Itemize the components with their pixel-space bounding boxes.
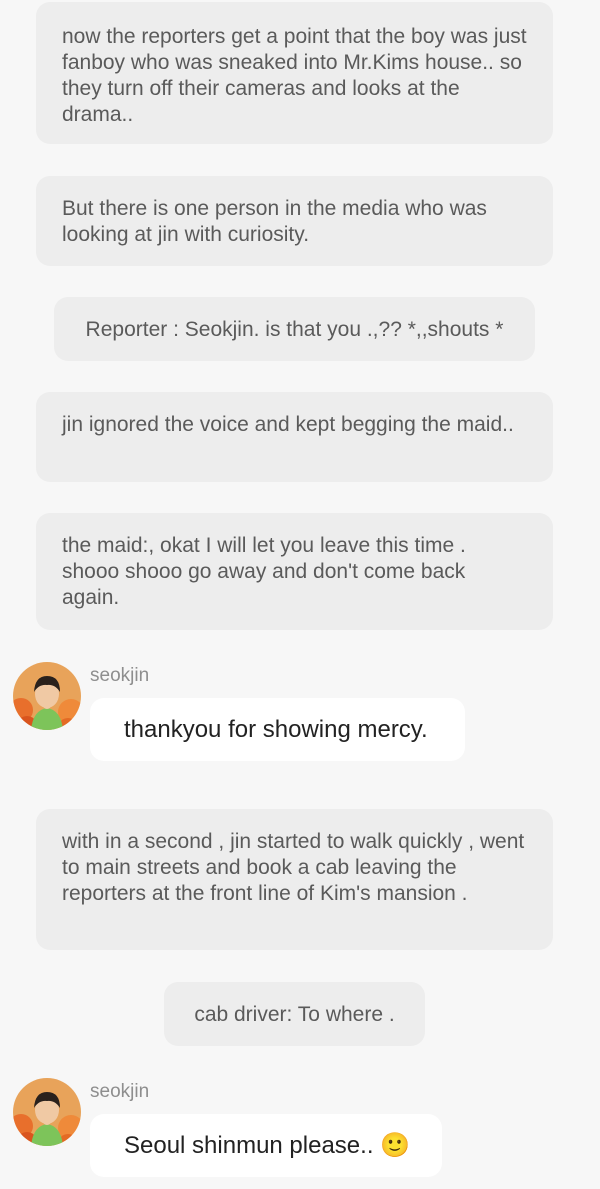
narration-text: the maid:, okat I will let you leave thi… [62,534,466,609]
narration-bubble: But there is one person in the media who… [36,176,553,266]
narration-bubble: Reporter : Seokjin. is that you .,?? *,,… [54,297,535,361]
narration-text: cab driver: To where . [194,1003,395,1026]
narration-text: now the reporters get a point that the b… [62,25,527,126]
chat-text: Seoul shinmun please.. 🙂 [124,1131,411,1159]
narration-bubble: with in a second , jin started to walk q… [36,809,553,950]
chat-text: thankyou for showing mercy. [124,715,428,743]
avatar[interactable] [13,662,81,730]
narration-bubble: jin ignored the voice and kept begging t… [36,392,553,482]
avatar[interactable] [13,1078,81,1146]
username: seokjin [90,1081,150,1102]
chat-bubble: thankyou for showing mercy. [90,698,465,761]
narration-bubble: the maid:, okat I will let you leave thi… [36,513,553,630]
avatar-image [13,662,81,730]
narration-text: But there is one person in the media who… [62,197,487,246]
narration-bubble: cab driver: To where . [164,982,425,1046]
narration-text: Reporter : Seokjin. is that you .,?? *,,… [85,318,504,341]
narration-text: with in a second , jin started to walk q… [62,830,525,905]
chat-bubble: Seoul shinmun please.. 🙂 [90,1114,442,1177]
narration-text: jin ignored the voice and kept begging t… [62,413,514,436]
username: seokjin [90,665,150,686]
narration-bubble: now the reporters get a point that the b… [36,2,553,144]
avatar-image [13,1078,81,1146]
